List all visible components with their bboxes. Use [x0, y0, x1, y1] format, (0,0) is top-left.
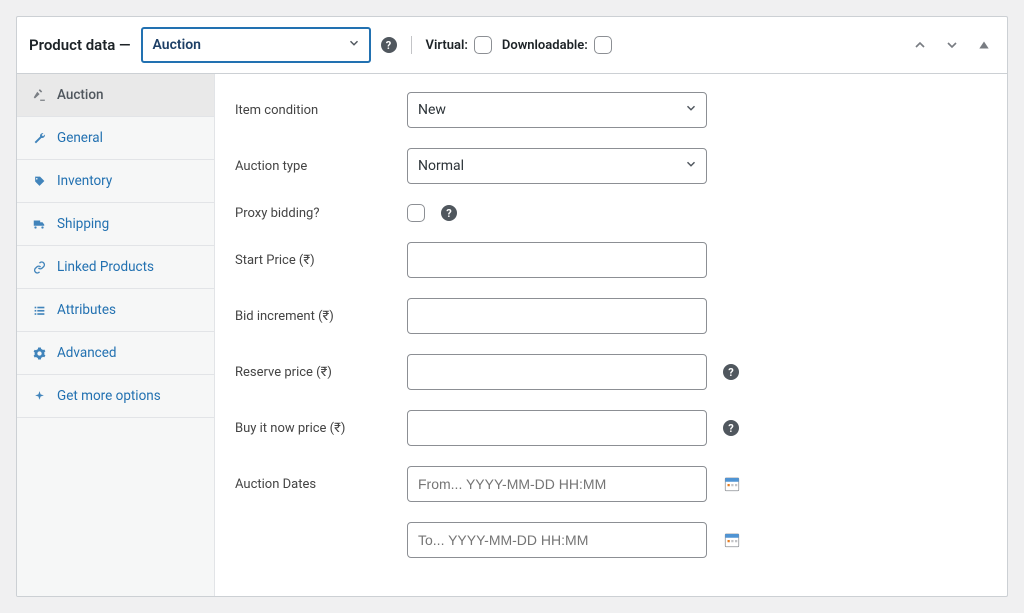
panel-body: Auction General Inventory Shipping	[17, 74, 1007, 596]
tab-label: Auction	[57, 87, 104, 103]
auction-date-from-input[interactable]	[407, 466, 707, 502]
move-down-icon[interactable]	[941, 34, 963, 56]
wrench-icon	[31, 130, 47, 146]
product-type-select[interactable]: Auction	[141, 27, 371, 63]
auction-dates-label: Auction Dates	[235, 477, 391, 492]
auction-type-label: Auction type	[235, 159, 391, 174]
tab-advanced[interactable]: Advanced	[17, 332, 214, 375]
field-reserve-price: Reserve price (₹) ?	[235, 354, 987, 390]
downloadable-checkbox[interactable]	[594, 36, 612, 54]
virtual-option: Virtual:	[426, 36, 492, 54]
calendar-icon[interactable]	[723, 475, 741, 493]
virtual-label: Virtual:	[426, 38, 468, 53]
question-mark-icon[interactable]: ?	[723, 420, 739, 436]
buy-now-price-input[interactable]	[407, 410, 707, 446]
buy-now-price-label: Buy it now price (₹)	[235, 421, 391, 436]
tab-shipping[interactable]: Shipping	[17, 203, 214, 246]
field-auction-type: Auction type Normal	[235, 148, 987, 184]
link-icon	[31, 259, 47, 275]
tab-auction[interactable]: Auction	[17, 74, 214, 117]
field-proxy-bidding: Proxy bidding? ?	[235, 204, 987, 222]
bid-increment-label: Bid increment (₹)	[235, 309, 391, 324]
auction-type-select[interactable]: Normal	[407, 148, 707, 184]
auction-type-value: Normal	[418, 158, 464, 174]
chevron-down-icon	[684, 157, 698, 175]
question-mark-icon[interactable]: ?	[381, 37, 397, 53]
chevron-down-icon	[684, 101, 698, 119]
field-auction-dates-to	[235, 522, 987, 558]
sparkle-icon	[31, 388, 47, 404]
tab-label: Get more options	[57, 388, 161, 404]
tab-content: Item condition New Auction type Normal	[215, 74, 1007, 596]
gear-icon	[31, 345, 47, 361]
hammer-icon	[31, 87, 47, 103]
question-mark-icon[interactable]: ?	[441, 205, 457, 221]
tag-icon	[31, 173, 47, 189]
start-price-label: Start Price (₹)	[235, 253, 391, 268]
bid-increment-input[interactable]	[407, 298, 707, 334]
field-buy-now-price: Buy it now price (₹) ?	[235, 410, 987, 446]
tab-general[interactable]: General	[17, 117, 214, 160]
downloadable-option: Downloadable:	[502, 36, 612, 54]
product-data-panel: Product data — Auction ? Virtual: Downlo…	[16, 16, 1008, 597]
move-up-icon[interactable]	[909, 34, 931, 56]
proxy-bidding-label: Proxy bidding?	[235, 206, 391, 221]
tab-attributes[interactable]: Attributes	[17, 289, 214, 332]
list-icon	[31, 302, 47, 318]
question-mark-icon[interactable]: ?	[723, 364, 739, 380]
panel-title: Product data —	[29, 36, 131, 54]
auction-date-to-input[interactable]	[407, 522, 707, 558]
tab-label: Shipping	[57, 216, 109, 232]
tab-label: General	[57, 130, 103, 146]
tab-label: Advanced	[57, 345, 117, 361]
start-price-input[interactable]	[407, 242, 707, 278]
reserve-price-input[interactable]	[407, 354, 707, 390]
field-item-condition: Item condition New	[235, 92, 987, 128]
separator	[411, 36, 412, 54]
item-condition-select[interactable]: New	[407, 92, 707, 128]
tab-label: Linked Products	[57, 259, 154, 275]
tab-get-more-options[interactable]: Get more options	[17, 375, 214, 418]
chevron-down-icon	[347, 36, 361, 54]
virtual-checkbox[interactable]	[474, 36, 492, 54]
item-condition-value: New	[418, 102, 446, 118]
tabs-sidebar: Auction General Inventory Shipping	[17, 74, 215, 596]
field-start-price: Start Price (₹)	[235, 242, 987, 278]
product-type-value: Auction	[153, 37, 201, 53]
field-bid-increment: Bid increment (₹)	[235, 298, 987, 334]
tab-linked-products[interactable]: Linked Products	[17, 246, 214, 289]
tab-label: Attributes	[57, 302, 116, 318]
field-auction-dates-from: Auction Dates	[235, 466, 987, 502]
tab-inventory[interactable]: Inventory	[17, 160, 214, 203]
tab-label: Inventory	[57, 173, 112, 189]
item-condition-label: Item condition	[235, 103, 391, 118]
reserve-price-label: Reserve price (₹)	[235, 365, 391, 380]
downloadable-label: Downloadable:	[502, 38, 588, 53]
truck-icon	[31, 216, 47, 232]
proxy-bidding-checkbox[interactable]	[407, 204, 425, 222]
panel-header: Product data — Auction ? Virtual: Downlo…	[17, 17, 1007, 74]
calendar-icon[interactable]	[723, 531, 741, 549]
toggle-panel-icon[interactable]	[973, 34, 995, 56]
